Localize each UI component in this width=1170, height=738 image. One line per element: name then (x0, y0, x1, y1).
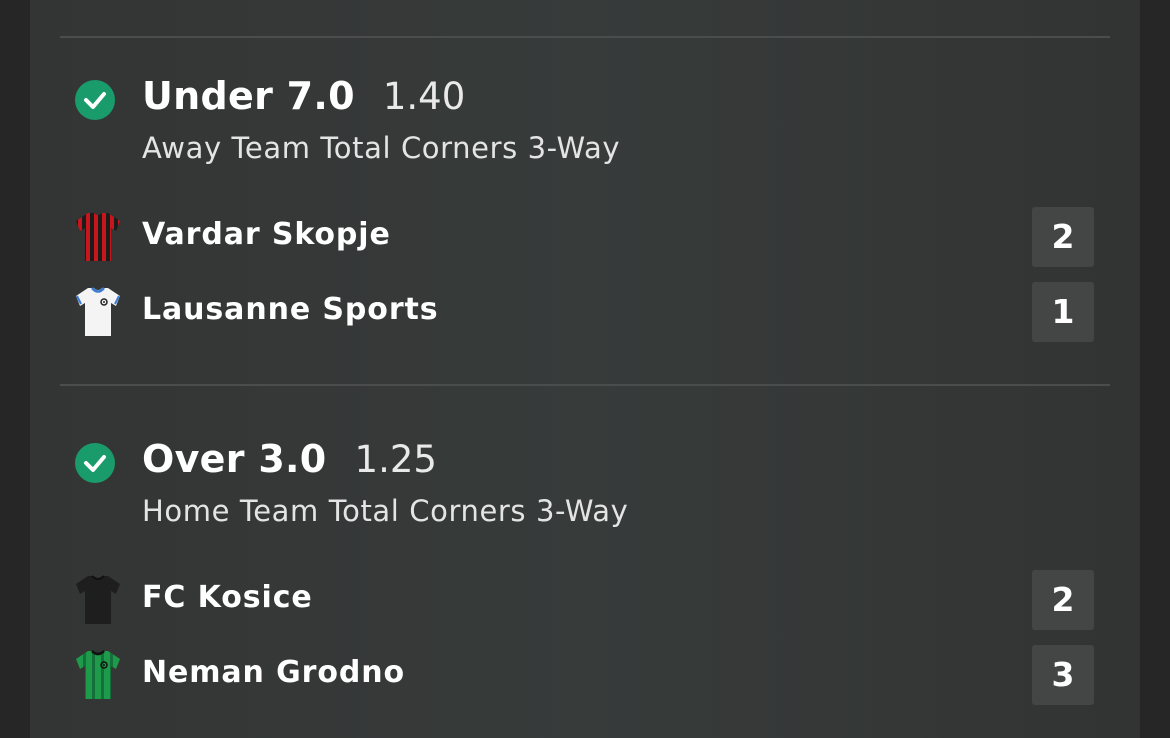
selection-odds: 1.25 (354, 438, 437, 481)
team-row: Vardar Skopje 2 (30, 207, 1140, 267)
selection-line: Under 7.0 1.40 (142, 74, 465, 118)
selection-name: Under 7.0 (142, 74, 355, 118)
team-score: 1 (1032, 282, 1094, 342)
bet-leg-1: Under 7.0 1.40 Away Team Total Corners 3-… (30, 0, 1140, 342)
team-name: FC Kosice (142, 580, 313, 615)
bet-leg-2: Over 3.0 1.25 Home Team Total Corners 3-W… (30, 363, 1140, 705)
team-name: Neman Grodno (142, 655, 406, 690)
white-shirt-icon (76, 287, 120, 336)
selection-name: Over 3.0 (142, 437, 327, 481)
green-striped-shirt-icon (76, 650, 120, 699)
market-name: Home Team Total Corners 3-Way (142, 494, 629, 528)
team-row: Lausanne Sports 1 (30, 282, 1140, 342)
team-score: 2 (1032, 570, 1094, 630)
team-row: FC Kosice 2 (30, 570, 1140, 630)
check-circle-icon (75, 443, 115, 483)
bet-slip-card: Under 7.0 1.40 Away Team Total Corners 3-… (30, 0, 1140, 738)
check-circle-icon (75, 80, 115, 120)
team-name: Lausanne Sports (142, 292, 439, 327)
team-name: Vardar Skopje (142, 217, 391, 252)
team-row: Neman Grodno 3 (30, 645, 1140, 705)
team-score: 2 (1032, 207, 1094, 267)
team-score: 3 (1032, 645, 1094, 705)
black-shirt-icon (76, 575, 120, 624)
market-name: Away Team Total Corners 3-Way (142, 131, 621, 165)
selection-odds: 1.40 (382, 75, 466, 118)
red-black-striped-shirt-icon (76, 213, 120, 261)
selection-line: Over 3.0 1.25 (142, 437, 437, 481)
